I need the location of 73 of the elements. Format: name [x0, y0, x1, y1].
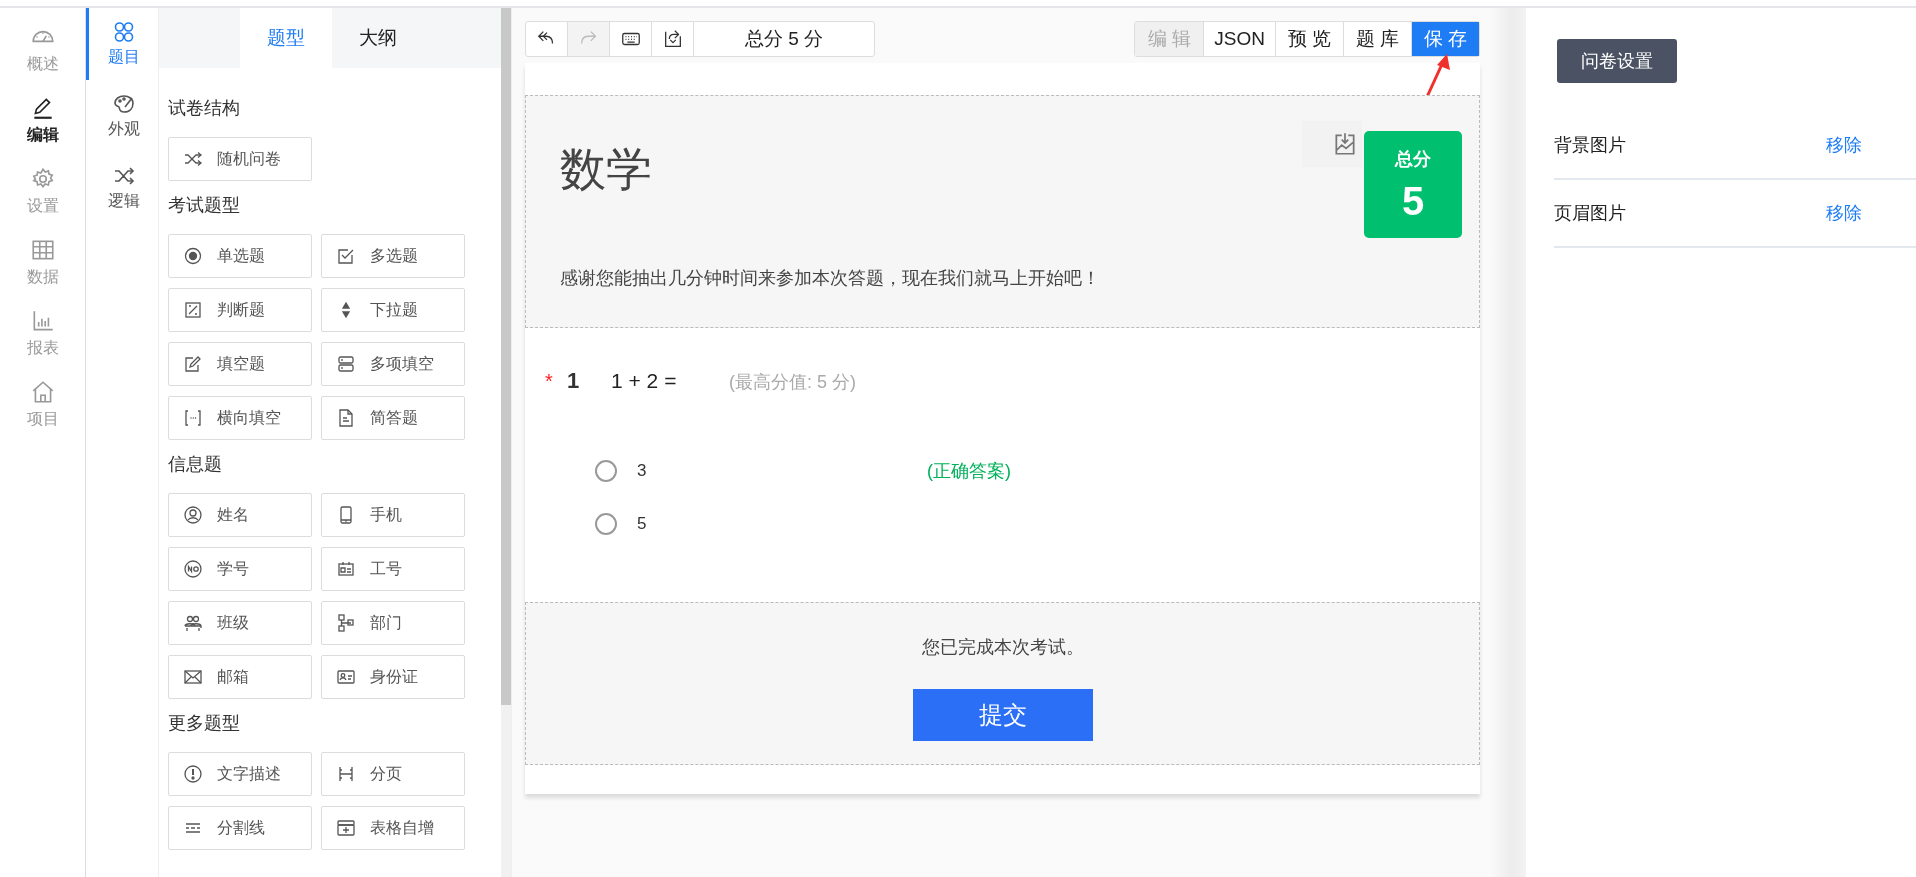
question-type-button[interactable]: 身份证 — [321, 655, 465, 699]
question-type-button[interactable]: 手机 — [321, 493, 465, 537]
required-mark: * — [545, 370, 554, 393]
completion-message: 您已完成本次考试。 — [921, 636, 1084, 659]
id-card-icon — [336, 667, 356, 687]
badge-circle-icon — [183, 559, 203, 579]
score-label: 总分 — [1395, 148, 1431, 171]
tab[interactable]: 题型 — [240, 8, 332, 68]
exam-title: 数学 — [560, 142, 652, 197]
section-title: 考试题型 — [168, 194, 241, 217]
question-type-button[interactable]: 班级 — [168, 601, 312, 645]
question-type-button[interactable]: 部门 — [321, 601, 465, 645]
option-label: 5 — [637, 513, 648, 534]
section-title: 信息题 — [168, 453, 223, 476]
score-value: 5 — [1401, 179, 1425, 224]
document-icon — [336, 408, 356, 428]
id-badge-icon — [336, 559, 356, 579]
question-type-button[interactable]: 下拉题 — [321, 288, 465, 332]
radio-icon — [183, 246, 203, 266]
remove-link[interactable]: 移除 — [1826, 133, 1862, 157]
question-type-button[interactable]: 多选题 — [321, 234, 465, 278]
total-score: 总分 5 分 — [743, 27, 825, 51]
survey-settings-button[interactable]: 问卷设置 — [1557, 39, 1677, 83]
page-break-icon — [336, 764, 356, 784]
section-title: 试卷结构 — [168, 97, 241, 120]
bracket-icon — [183, 408, 203, 428]
max-score: (最高分值: 5 分) — [729, 371, 856, 394]
question-type-button[interactable]: 文字描述 — [168, 752, 312, 796]
question-type-button[interactable]: 工号 — [321, 547, 465, 591]
option-label: 3 — [637, 460, 648, 481]
table-add-icon — [336, 818, 356, 838]
question-type-button[interactable]: 填空题 — [168, 342, 312, 386]
question-type-button[interactable]: 横向填空 — [168, 396, 312, 440]
question-type-button[interactable]: 判断题 — [168, 288, 312, 332]
question-type-button[interactable]: 分割线 — [168, 806, 312, 850]
question-type-button[interactable]: 学号 — [168, 547, 312, 591]
remove-link[interactable]: 移除 — [1826, 201, 1862, 225]
question-type-button[interactable]: 随机问卷 — [168, 137, 312, 181]
section-title: 更多题型 — [168, 712, 241, 735]
question-type-button[interactable]: 简答题 — [321, 396, 465, 440]
palette-icon — [111, 92, 136, 116]
percent-box-icon — [183, 300, 203, 320]
user-icon — [183, 505, 203, 525]
alert-icon — [183, 764, 203, 784]
radio-button[interactable] — [595, 512, 617, 535]
scrollbar[interactable] — [501, 8, 511, 705]
people-icon — [183, 613, 203, 633]
question-type-button[interactable]: 姓名 — [168, 493, 312, 537]
shuffle-icon — [183, 149, 203, 169]
correct-answer-note: (正确答案) — [927, 459, 1011, 483]
tab[interactable]: 大纲 — [332, 8, 424, 68]
sidebar-tab[interactable]: 外观 — [86, 80, 158, 152]
setting-label: 页眉图片 — [1554, 202, 1626, 225]
checkbox-icon — [336, 246, 356, 266]
question-type-button[interactable]: 表格自增 — [321, 806, 465, 850]
radio-button[interactable] — [595, 459, 617, 482]
question-type-button[interactable]: 分页 — [321, 752, 465, 796]
setting-label: 背景图片 — [1554, 134, 1626, 157]
mail-icon — [183, 667, 203, 687]
org-chart-icon — [336, 613, 356, 633]
chart-download-icon[interactable] — [1332, 131, 1358, 157]
question-type-button[interactable]: 单选题 — [168, 234, 312, 278]
sidebar-tab[interactable]: 逻辑 — [86, 152, 158, 224]
edit-icon — [183, 354, 203, 374]
exam-description: 感谢您能抽出几分钟时间来参加本次答题，现在我们就马上开始吧！ — [560, 267, 1101, 290]
toolbar-button[interactable]: 保 存 — [1411, 22, 1479, 56]
question-number: 1 — [567, 368, 581, 394]
question-type-button[interactable]: 多项填空 — [321, 342, 465, 386]
stacked-fields-icon — [336, 354, 356, 374]
submit-button[interactable]: 提交 — [912, 689, 1093, 741]
question-text: 1 + 2 = — [611, 369, 678, 393]
question-type-button[interactable]: 邮箱 — [168, 655, 312, 699]
nav-item[interactable]: 编辑 — [26, 95, 59, 166]
